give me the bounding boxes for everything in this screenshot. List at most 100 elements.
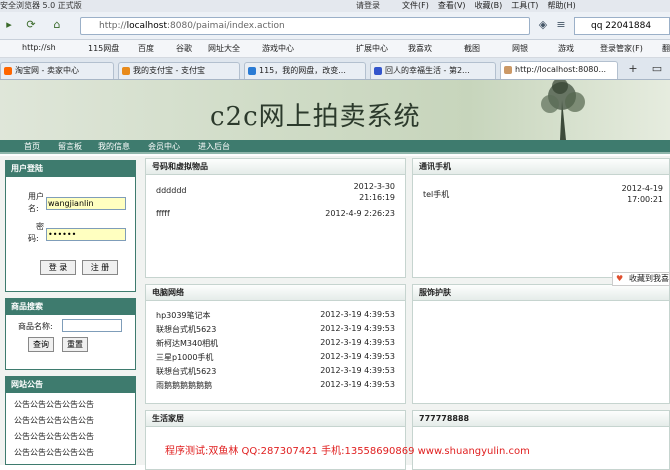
login-button[interactable]: 登 录	[40, 260, 76, 275]
main-content: 用户登陆 用户 名: wangjianlin 密 码: •••••• 登 录 注…	[0, 156, 670, 470]
product-name-label: 商品名称:	[18, 322, 53, 331]
product-link[interactable]: 雨鹅鹅鹅鹅鹅鹅	[156, 380, 212, 391]
browser-title: 安全浏览器 5.0 正式版	[0, 1, 82, 10]
product-date: 2012-3-19 4:39:53	[320, 380, 395, 389]
login-link[interactable]: 请登录	[356, 0, 380, 11]
fav-item[interactable]: 我喜欢	[408, 43, 432, 54]
collect-button[interactable]: ♥ 收藏到我喜	[612, 272, 670, 286]
register-button[interactable]: 注 册	[82, 260, 118, 275]
fav-item[interactable]: 百度	[138, 43, 154, 54]
tab-label: http://localhost:8080...	[515, 65, 607, 74]
home-icon[interactable]: ⌂	[48, 16, 66, 34]
product-date: 2012-3-19 4:39:53	[320, 366, 395, 375]
refresh-icon[interactable]: ⟳	[22, 16, 40, 34]
page-icon	[504, 66, 512, 74]
tab-localhost[interactable]: http://localhost:8080...	[500, 61, 618, 79]
login-panel: 用户登陆 用户 名: wangjianlin 密 码: •••••• 登 录 注…	[5, 160, 136, 292]
fav-item[interactable]: http://sh	[22, 43, 56, 52]
site-title: c2c网上拍卖系统	[210, 102, 421, 132]
tree-decoration	[541, 80, 585, 140]
username-field[interactable]: wangjianlin	[46, 197, 126, 210]
notice-item[interactable]: 公告公告公告公告公告	[14, 399, 94, 410]
computers-panel: 电脑网络 hp3039笔记本 2012-3-19 4:39:53 联想台式机56…	[145, 284, 406, 404]
menu-favorites[interactable]: 收藏(B)	[475, 0, 503, 11]
menu-file[interactable]: 文件(F)	[402, 0, 429, 11]
fav-item[interactable]: 网址大全	[208, 43, 240, 54]
url-host: localhost	[126, 21, 167, 31]
product-date: 2012-3-19 4:39:53	[320, 352, 395, 361]
nav-home[interactable]: 首页	[24, 140, 40, 154]
product-link[interactable]: dddddd	[156, 186, 186, 195]
browser-titlebar: 安全浏览器 5.0 正式版 请登录 文件(F) 查看(V) 收藏(B) 工具(T…	[0, 0, 670, 12]
search-input[interactable]: qq 22041884	[574, 17, 670, 35]
panel-header: 通讯手机	[413, 159, 669, 175]
tab-list-icon[interactable]: ▭	[648, 60, 666, 78]
search-panel: 商品搜索 商品名称: 查询 重置	[5, 298, 136, 370]
alipay-icon	[122, 67, 130, 75]
login-header: 用户登陆	[6, 161, 135, 177]
nav-guestbook[interactable]: 留言板	[58, 140, 82, 154]
forward-icon[interactable]: ▸	[0, 16, 18, 34]
product-link[interactable]: 联想台式机5623	[156, 324, 216, 335]
pan115-icon	[248, 67, 256, 75]
browser-menubar: 文件(F) 查看(V) 收藏(B) 工具(T) 帮助(H)	[402, 0, 576, 11]
new-tab-icon[interactable]: +	[624, 60, 642, 78]
query-button[interactable]: 查询	[28, 337, 54, 352]
collect-label: 收藏到我喜	[629, 274, 669, 283]
notice-item[interactable]: 公告公告公告公告公告	[14, 431, 94, 442]
taobao-icon	[4, 67, 12, 75]
notice-item[interactable]: 公告公告公告公告公告	[14, 447, 94, 458]
panel-header: 生活家居	[146, 411, 405, 427]
fav-item[interactable]: 游戏	[558, 43, 574, 54]
fav-item[interactable]: 截图	[464, 43, 480, 54]
notice-item[interactable]: 公告公告公告公告公告	[14, 415, 94, 426]
menu-help[interactable]: 帮助(H)	[547, 0, 575, 11]
fav-item[interactable]: 115网盘	[88, 43, 119, 54]
nav-admin[interactable]: 进入后台	[198, 140, 230, 154]
nav-member[interactable]: 会员中心	[148, 140, 180, 154]
product-name-input[interactable]	[62, 319, 122, 332]
tab-alipay[interactable]: 我的支付宝 - 支付宝	[118, 62, 240, 79]
fav-item[interactable]: 翻	[662, 43, 670, 54]
product-link[interactable]: 三星p1000手机	[156, 352, 213, 363]
product-date: 2012-4-9 2:26:23	[325, 209, 395, 218]
product-date: 2012-3-30	[353, 182, 395, 191]
url-path: :8080/paimai/index.action	[166, 21, 285, 31]
password-field[interactable]: ••••••	[46, 228, 126, 241]
notice-panel: 网站公告 公告公告公告公告公告 公告公告公告公告公告 公告公告公告公告公告 公告…	[5, 376, 136, 465]
search-header: 商品搜索	[6, 299, 135, 315]
fav-item[interactable]: 登录管家(F)	[600, 43, 643, 54]
reset-button[interactable]: 重置	[62, 337, 88, 352]
virtual-goods-panel: 号码和虚拟物品 dddddd 2012-3-30 21:16:19 fffff …	[145, 158, 406, 278]
menu-tools[interactable]: 工具(T)	[511, 0, 538, 11]
tab-115[interactable]: 115，我的网盘，改变...	[244, 62, 366, 79]
product-date: 2012-3-19 4:39:53	[320, 310, 395, 319]
tab-taobao[interactable]: 淘宝网 - 卖家中心	[0, 62, 114, 79]
product-link[interactable]: 联想台式机5623	[156, 366, 216, 377]
favorites-bar: http://sh 115网盘 百度 谷歌 网址大全 游戏中心 扩展中心 我喜欢…	[0, 40, 670, 58]
fav-item[interactable]: 游戏中心	[262, 43, 294, 54]
address-bar[interactable]: http://localhost:8080/paimai/index.actio…	[80, 17, 530, 35]
menu-view[interactable]: 查看(V)	[438, 0, 466, 11]
username-label-2: 名:	[28, 204, 39, 213]
nav-myinfo[interactable]: 我的信息	[98, 140, 130, 154]
fav-item[interactable]: 网银	[512, 43, 528, 54]
menu-icon[interactable]: ≡	[552, 16, 570, 34]
fav-item[interactable]: 谷歌	[176, 43, 192, 54]
product-date: 2012-4-19	[621, 184, 663, 193]
url-prefix: http://	[99, 21, 127, 31]
shield-icon[interactable]: ◈	[534, 16, 552, 34]
product-link[interactable]: tel手机	[423, 189, 449, 200]
browser-navbar: ▸ ⟳ ⌂ http://localhost:8080/paimai/index…	[0, 12, 670, 40]
tab-bar: 淘宝网 - 卖家中心 我的支付宝 - 支付宝 115，我的网盘，改变... 回人…	[0, 58, 670, 80]
panel-header: 777778888	[413, 411, 669, 427]
tab-video[interactable]: 回人的幸福生活 - 第2...	[370, 62, 496, 79]
product-link[interactable]: hp3039笔记本	[156, 310, 211, 321]
panel-header: 号码和虚拟物品	[146, 159, 405, 175]
product-time: 21:16:19	[359, 193, 395, 202]
product-link[interactable]: 新柯达M340相机	[156, 338, 218, 349]
video-icon	[374, 67, 382, 75]
product-link[interactable]: fffff	[156, 209, 170, 218]
clothing-panel: 服饰护肤	[412, 284, 670, 404]
fav-item[interactable]: 扩展中心	[356, 43, 388, 54]
